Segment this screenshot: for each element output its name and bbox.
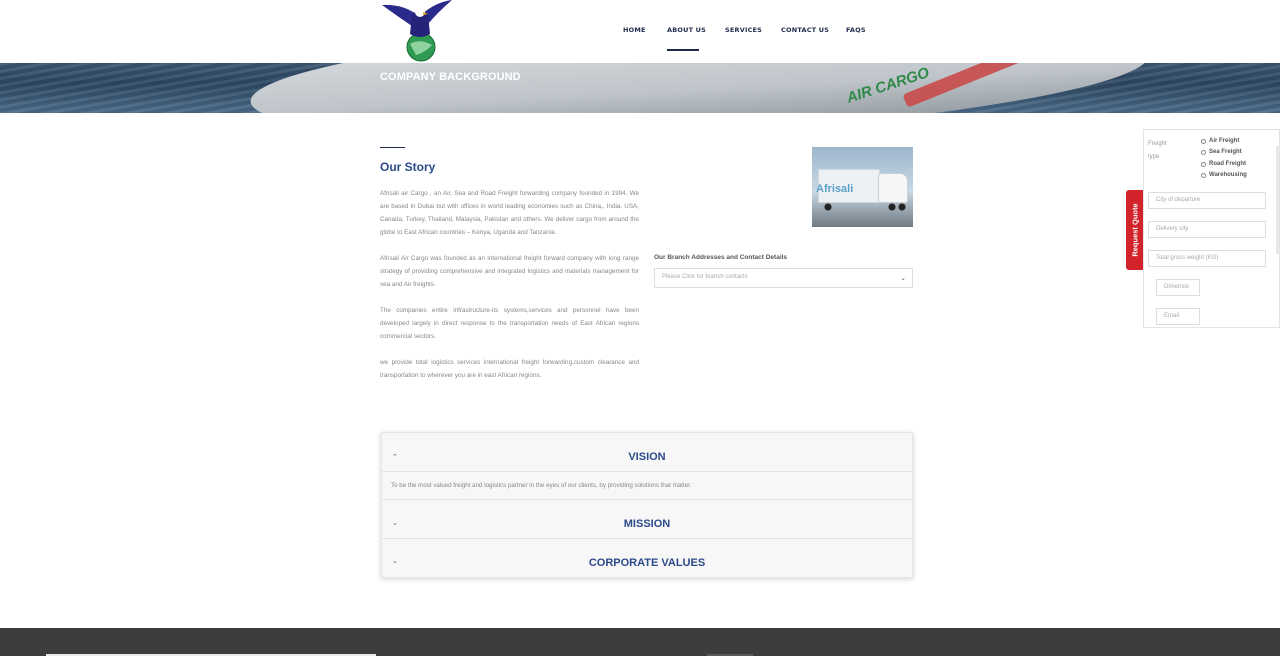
story-title: Our Story — [380, 160, 436, 174]
story-paragraph: Afrisali Air Cargo was founded as an int… — [380, 255, 639, 288]
branch-select-placeholder: Please Click for branch contacts — [662, 274, 748, 280]
radio-label: Warehousing — [1209, 172, 1247, 178]
site-footer — [0, 628, 1280, 656]
radio-icon — [1201, 172, 1206, 178]
quote-form: Freight type Air Freight Sea Freight Roa… — [1143, 129, 1280, 328]
departure-city-input[interactable]: City of departure — [1148, 192, 1266, 209]
freight-type-label-line: Freight — [1148, 141, 1167, 147]
nav-contact-us[interactable]: CONTACT US — [781, 26, 829, 34]
radio-icon — [1201, 161, 1206, 167]
page-title: COMPANY BACKGROUND — [380, 71, 521, 83]
accordion-header-vision[interactable]: ⌃ VISION — [382, 433, 912, 472]
story-paragraph: we provide total logistics services inte… — [380, 359, 639, 379]
truck-cab — [878, 173, 908, 203]
radio-label: Air Freight — [1209, 138, 1240, 144]
story-text: Afrisali air Cargo , an Air, Sea and Roa… — [380, 187, 639, 395]
radio-icon — [1201, 138, 1206, 144]
nav-active-indicator — [667, 49, 699, 51]
radio-warehousing[interactable]: Warehousing — [1201, 172, 1247, 178]
gross-weight-input[interactable]: Total gross weight (KG) — [1148, 250, 1266, 267]
radio-icon — [1201, 149, 1206, 155]
accordion-title: CORPORATE VALUES — [588, 557, 706, 569]
freight-type-label-line: type — [1148, 154, 1160, 160]
site-header: HOME ABOUT US SERVICES CONTACT US FAQS — [0, 0, 1280, 63]
page-banner: AIR CARGO COMPANY BACKGROUND — [0, 63, 1280, 113]
accordion-header-corporate-values[interactable]: ⌄ CORPORATE VALUES — [382, 539, 912, 579]
site-logo[interactable] — [380, 0, 454, 63]
request-quote-label: Request Quote — [1130, 203, 1139, 257]
chevron-down-icon: ⌄ — [900, 275, 906, 282]
nav-faqs[interactable]: FAQS — [846, 26, 866, 34]
nav-home[interactable]: HOME — [623, 26, 646, 34]
freight-type-label: Freight type — [1148, 138, 1167, 164]
nav-services[interactable]: SERVICES — [725, 26, 762, 34]
radio-label: Road Freight — [1209, 161, 1246, 167]
radio-road-freight[interactable]: Road Freight — [1201, 161, 1246, 167]
delivery-city-input[interactable]: Delivery city — [1148, 221, 1266, 238]
radio-label: Sea Freight — [1209, 149, 1242, 155]
branch-label: Our Branch Addresses and Contact Details — [654, 254, 788, 261]
accordion-title: MISSION — [623, 518, 671, 530]
dimension-input[interactable]: Dimensio — [1156, 279, 1200, 296]
accordion-body-vision: To be the most valued freight and logist… — [382, 472, 912, 500]
truck-image: Afrisali — [812, 147, 913, 227]
radio-air-freight[interactable]: Air Freight — [1201, 138, 1239, 144]
truck-brand: Afrisali — [816, 183, 854, 195]
values-accordion: ⌃ VISION To be the most valued freight a… — [381, 432, 913, 578]
email-input[interactable]: Email — [1156, 308, 1200, 325]
accordion-body-text: To be the most valued freight and logist… — [391, 482, 692, 489]
quote-scrollbar[interactable] — [1276, 146, 1279, 254]
truck-wheels — [822, 203, 908, 211]
story-divider — [380, 147, 405, 148]
request-quote-tab[interactable]: Request Quote — [1126, 190, 1143, 270]
story-paragraph: Afrisali air Cargo , an Air, Sea and Roa… — [380, 190, 639, 236]
branch-select[interactable]: Please Click for branch contacts ⌄ — [654, 268, 913, 288]
accordion-header-mission[interactable]: ⌄ MISSION — [382, 500, 912, 539]
accordion-title: VISION — [628, 451, 666, 463]
radio-sea-freight[interactable]: Sea Freight — [1201, 149, 1242, 155]
story-paragraph: The companies entire infrastructure-its … — [380, 307, 639, 340]
nav-about-us[interactable]: ABOUT US — [667, 26, 706, 34]
